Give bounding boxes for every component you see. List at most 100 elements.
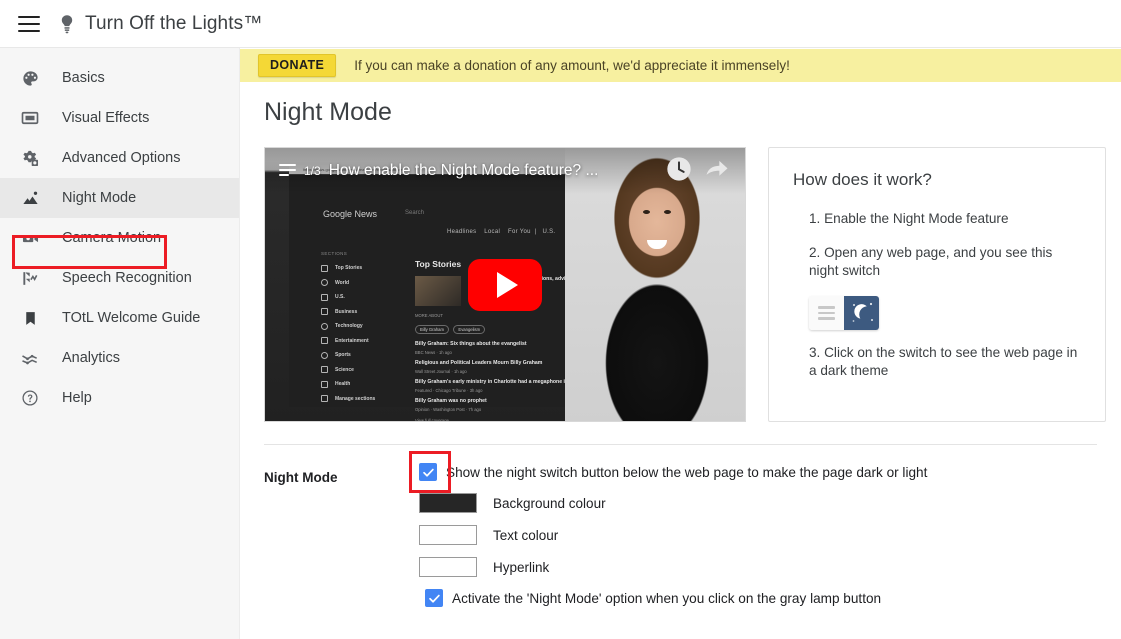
news-sections-header: SECTIONS [321, 251, 348, 256]
sidebar-item-label: Camera Motion [62, 230, 162, 246]
sidebar-nav: Basics Visual Effects Advanced Options N… [0, 48, 240, 639]
playlist-icon[interactable] [279, 164, 296, 178]
text-colour-row: Text colour [419, 525, 1121, 545]
sidebar-item-advanced-options[interactable]: Advanced Options [0, 138, 239, 178]
lamp-icon [61, 14, 73, 33]
news-tab: For You [507, 229, 531, 235]
brand: Turn Off the Lights™ [58, 13, 262, 35]
news-section: World [335, 279, 350, 286]
how-step-1: 1. Enable the Night Mode feature [809, 211, 1009, 226]
how-it-works-panel: How does it work? 1. Enable the Night Mo… [768, 147, 1106, 422]
news-tab: Headlines [447, 229, 477, 235]
text-colour-swatch[interactable] [419, 525, 477, 545]
top-app-bar: Turn Off the Lights™ [0, 0, 1121, 48]
clock-icon[interactable] [665, 155, 693, 188]
activate-on-lamp-checkbox[interactable] [425, 589, 443, 607]
donate-button[interactable]: DONATE [258, 54, 337, 77]
gears-icon [18, 146, 42, 170]
presenter-smile [647, 240, 667, 249]
section-divider [264, 444, 1097, 445]
news-section: U.S. [335, 294, 345, 301]
sidebar-item-analytics[interactable]: Analytics [0, 338, 239, 378]
sidebar-item-label: Speech Recognition [62, 270, 192, 286]
section-icon [321, 337, 328, 345]
news-tab: U.S. [542, 229, 556, 235]
section-icon [321, 366, 328, 374]
show-night-switch-row: Show the night switch button below the w… [419, 463, 1121, 481]
sidebar-item-camera-motion[interactable]: Camera Motion [0, 218, 239, 258]
how-step-3: 3. Click on the switch to see the web pa… [809, 345, 1078, 378]
video-top-overlay: 1/3 How enable the Night Mode feature? .… [265, 148, 745, 194]
news-sidebar: Top Stories World U.S. Business Technolo… [321, 261, 405, 406]
sidebar-item-night-mode[interactable]: Night Mode [0, 178, 239, 218]
hyperlink-colour-row: Hyperlink [419, 557, 1121, 577]
news-section: Entertainment [335, 337, 369, 344]
settings-section-label: Night Mode [264, 470, 338, 485]
video-title: How enable the Night Mode feature? ... [328, 162, 599, 179]
show-night-switch-checkbox[interactable] [419, 463, 437, 481]
text-colour-label: Text colour [493, 527, 559, 543]
top-row: https://news.google.com/news/headlines?n… [264, 147, 1121, 422]
sidebar-item-totl-welcome-guide[interactable]: TOtL Welcome Guide [0, 298, 239, 338]
donate-banner: DONATE If you can make a donation of any… [240, 49, 1121, 82]
sidebar-item-label: Night Mode [62, 190, 137, 206]
analytics-icon [18, 346, 42, 370]
settings-body: Show the night switch button below the w… [409, 451, 1121, 619]
app-title: Turn Off the Lights™ [85, 12, 263, 34]
section-icon [321, 395, 328, 403]
google-news-logo: Google News [323, 209, 378, 219]
news-section: Science [335, 366, 354, 373]
show-night-switch-label: Show the night switch button below the w… [446, 464, 928, 480]
sidebar-item-label: TOtL Welcome Guide [62, 310, 201, 326]
night-mode-settings: Night Mode Show the night switch button … [264, 451, 1121, 619]
landscape-icon [18, 186, 42, 210]
page-title: Night Mode [264, 98, 392, 126]
story-thumbnail [415, 276, 461, 306]
activate-on-lamp-label: Activate the 'Night Mode' option when yo… [452, 590, 882, 606]
video-player[interactable]: https://news.google.com/news/headlines?n… [264, 147, 746, 422]
share-icon[interactable] [703, 155, 731, 188]
sidebar-item-basics[interactable]: Basics [0, 58, 239, 98]
hyperlink-colour-swatch[interactable] [419, 557, 477, 577]
night-switch-icon[interactable] [809, 296, 879, 330]
play-button-icon[interactable] [468, 258, 542, 311]
playlist-count: 1/3 [304, 164, 321, 178]
lines-icon [809, 296, 844, 330]
how-it-works-title: How does it work? [793, 170, 932, 189]
background-colour-row: Background colour [419, 493, 1121, 513]
window-icon [18, 106, 42, 130]
news-section: Technology [335, 323, 363, 330]
news-chip: Billy Graham [415, 325, 449, 334]
section-icon [321, 322, 328, 330]
news-section: Top Stories [335, 265, 363, 272]
news-tabs: Headlines Local For You | U.S. [447, 229, 556, 235]
background-colour-label: Background colour [493, 495, 606, 511]
presenter-eye [643, 210, 650, 214]
activate-on-lamp-row: Activate the 'Night Mode' option when yo… [425, 589, 1121, 607]
bookmark-icon [18, 306, 42, 330]
section-icon [321, 279, 328, 287]
sidebar-item-label: Basics [62, 70, 105, 86]
section-icon [321, 293, 328, 301]
news-section: Manage sections [335, 395, 376, 402]
section-icon [321, 380, 328, 388]
moon-icon [844, 296, 879, 330]
news-section: Business [335, 308, 358, 315]
news-tab: Local [484, 229, 501, 235]
background-colour-swatch[interactable] [419, 493, 477, 513]
hyperlink-colour-label: Hyperlink [493, 559, 550, 575]
sidebar-item-label: Analytics [62, 350, 121, 366]
sidebar-item-label: Help [62, 390, 92, 406]
news-search-placeholder: Search [405, 210, 425, 216]
video-camera-icon [18, 226, 42, 250]
hamburger-icon[interactable] [18, 15, 40, 32]
waveform-icon [18, 266, 42, 290]
sidebar-item-help[interactable]: Help [0, 378, 239, 418]
section-icon [321, 351, 328, 359]
palette-icon [18, 66, 42, 90]
section-icon [321, 308, 328, 316]
sidebar-item-label: Advanced Options [62, 150, 181, 166]
how-step-2: 2. Open any web page, and you see this n… [809, 245, 1053, 278]
sidebar-item-speech-recognition[interactable]: Speech Recognition [0, 258, 239, 298]
sidebar-item-visual-effects[interactable]: Visual Effects [0, 98, 239, 138]
